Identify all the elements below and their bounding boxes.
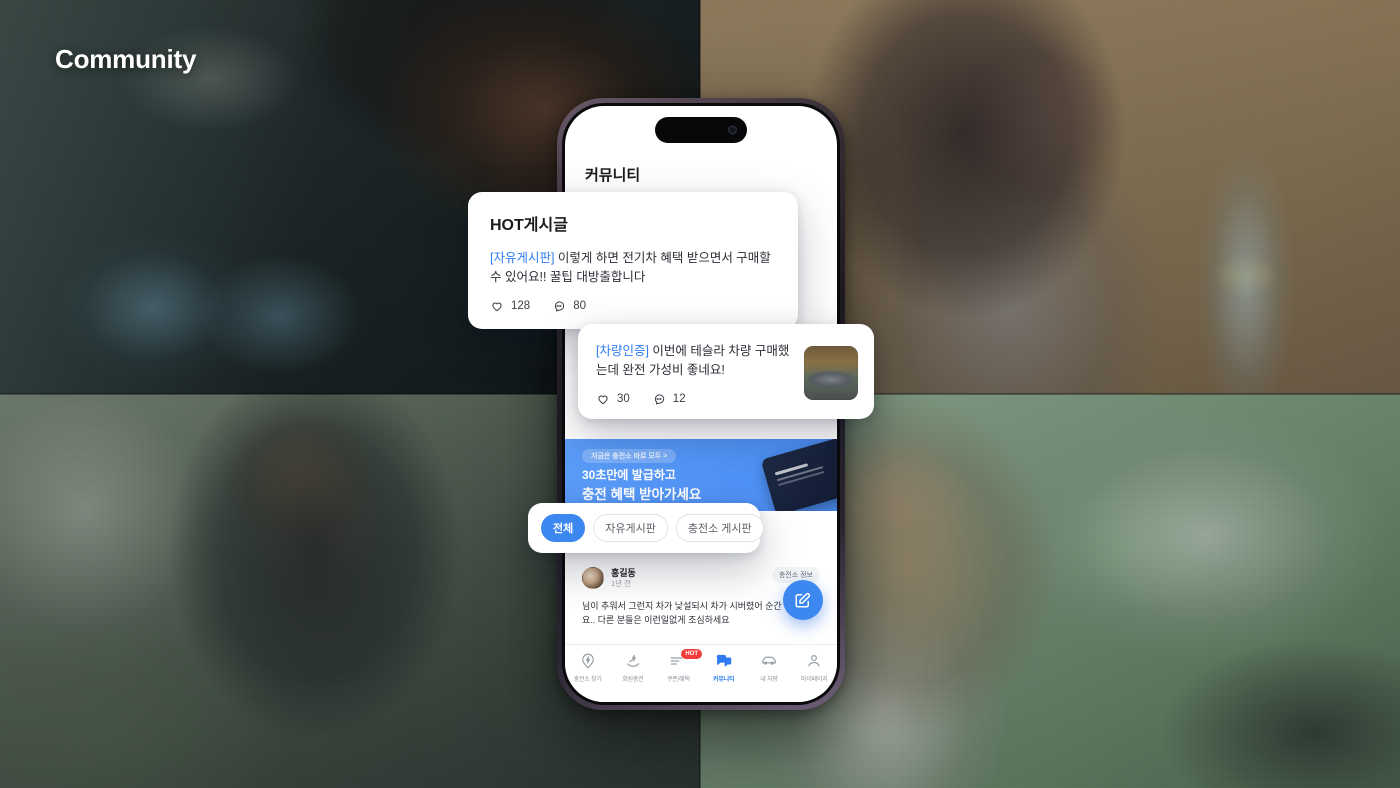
nav-item-my-page[interactable]: 마이페이지: [792, 652, 837, 683]
nav-label: 내 차량: [760, 677, 778, 683]
post-author-name: 홍길동: [611, 567, 636, 578]
chat-icon: [716, 654, 731, 667]
comment-count: 12: [672, 392, 686, 405]
nav-label: 마이페이지: [801, 677, 828, 683]
page-title: Community: [55, 44, 197, 74]
chip-free-board[interactable]: 자유게시판: [593, 514, 668, 542]
map-pin-bolt-icon: [581, 653, 594, 669]
nav-label: 커뮤니티: [713, 677, 735, 683]
like-count: 128: [511, 299, 531, 312]
car-card-board-tag: [차량인증]: [596, 344, 649, 358]
pencil-square-icon: [795, 592, 811, 608]
person-icon: [808, 655, 821, 667]
nav-item-find-charger[interactable]: 충전소 찾기: [565, 652, 610, 683]
promo-banner-line1: 30초만에 발급하고: [582, 468, 676, 482]
like-count: 30: [617, 392, 630, 405]
hot-post-card[interactable]: HOT게시글 [자유게시판] 이렇게 하면 전기차 혜택 받으면서 구매할 수 …: [468, 192, 798, 329]
heart-icon: [598, 395, 608, 404]
promo-banner[interactable]: 지금은 충전소 바로 모두 > 30초만에 발급하고 충전 혜택 받아가세요: [565, 439, 837, 511]
nav-item-member-charge[interactable]: 회원충전: [610, 652, 655, 683]
hot-card-title: HOT게시글: [490, 217, 568, 234]
nav-label: 충전소 찾기: [573, 677, 602, 683]
credit-card-illustration: [760, 439, 837, 511]
hot-card-text: [자유게시판] 이렇게 하면 전기차 혜택 받으면서 구매할 수 있어요!! 꿀…: [490, 249, 776, 288]
avatar: [582, 567, 604, 589]
nav-item-coupon-benefit[interactable]: HOT 쿠폰/혜택: [656, 649, 702, 683]
chip-all[interactable]: 전체: [541, 514, 586, 542]
nav-label: 회원충전: [622, 677, 644, 683]
bottom-navigation-bar: 충전소 찾기 회원충전 HOT 쿠폰/혜택 커뮤니티 내 차량 마이페이지: [565, 644, 837, 702]
nav-item-community[interactable]: 커뮤니티: [701, 652, 746, 683]
post-timestamp: 1년 전: [611, 578, 632, 588]
comment-icon: [654, 394, 664, 405]
comment-count: 80: [573, 299, 586, 312]
dynamic-island: [655, 117, 747, 143]
post-thumbnail-car-photo: [804, 345, 858, 400]
nav-item-my-car[interactable]: 내 차량: [746, 652, 791, 683]
hot-badge: HOT: [681, 649, 702, 660]
car-post-card[interactable]: [차량인증] 이번에 테슬라 차량 구매했는데 완전 가성비 좋네요! 30 1…: [578, 324, 874, 419]
car-card-meta: 30 12: [596, 392, 792, 406]
hand-charge-icon: [627, 654, 640, 667]
promo-banner-badge: 지금은 충전소 바로 모두 >: [582, 449, 677, 463]
comment-count-group[interactable]: 12: [652, 392, 686, 406]
heart-icon: [492, 302, 502, 311]
board-filter-chips: 전체 자유게시판 충전소 게시판: [528, 503, 764, 553]
promo-banner-line2: 충전 혜택 받아가세요: [582, 487, 702, 502]
like-count-group[interactable]: 30: [596, 392, 630, 406]
screenshot-stage: Community 커뮤니티 지금은 충전소 바로 모두 > 30초만에 발급하…: [0, 0, 1400, 788]
nav-label: 쿠폰/혜택: [666, 677, 690, 683]
comment-count-group[interactable]: 80: [552, 299, 586, 313]
car-icon: [761, 656, 776, 665]
chip-charging-station-board[interactable]: 충전소 게시판: [675, 514, 764, 542]
hot-card-board-tag: [자유게시판]: [490, 251, 555, 265]
car-card-main: [차량인증] 이번에 테슬라 차량 구매했는데 완전 가성비 좋네요! 30 1…: [596, 340, 792, 406]
write-post-fab-button[interactable]: [783, 580, 823, 620]
car-card-text: [차량인증] 이번에 테슬라 차량 구매했는데 완전 가성비 좋네요!: [596, 342, 792, 381]
hot-card-meta: 128 80: [490, 299, 776, 313]
like-count-group[interactable]: 128: [490, 299, 530, 313]
app-screen-title: 커뮤니티: [585, 167, 641, 184]
comment-icon: [555, 301, 565, 312]
